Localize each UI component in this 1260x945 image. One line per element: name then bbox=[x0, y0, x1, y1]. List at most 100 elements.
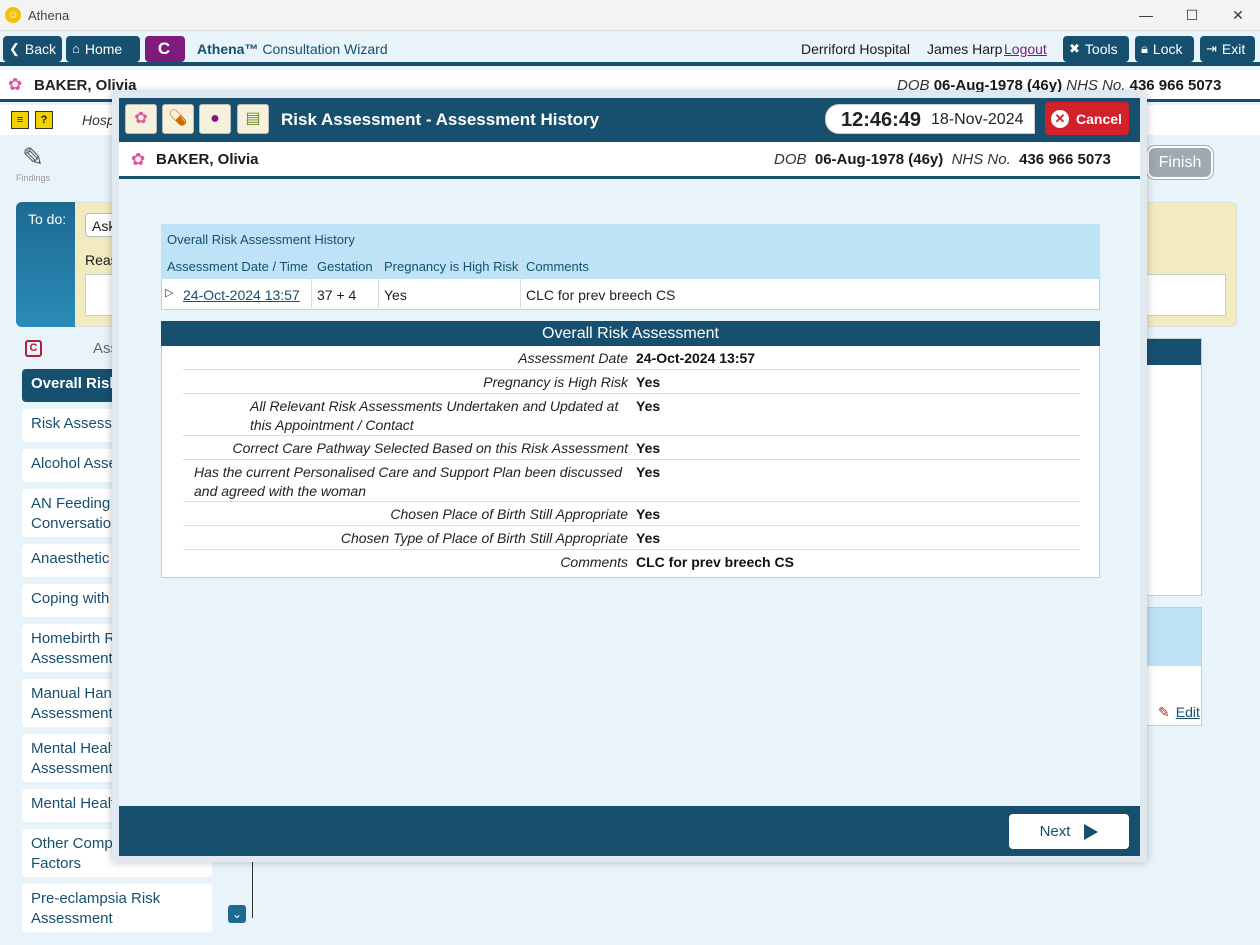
notepad-pencil-icon: ✎ bbox=[22, 142, 44, 172]
back-button[interactable]: ❮ Back bbox=[3, 36, 62, 62]
maximize-button[interactable]: ☐ bbox=[1169, 4, 1215, 26]
mother-baby-icon[interactable]: ● bbox=[199, 104, 231, 134]
field-value: Yes bbox=[636, 440, 661, 456]
field-label: Assessment Date bbox=[518, 350, 628, 366]
consultation-c-icon: C bbox=[25, 340, 42, 357]
wizard-brand: Athena™ bbox=[197, 41, 259, 57]
home-icon: ⌂ bbox=[72, 41, 80, 56]
flower-icon: ✿ bbox=[8, 75, 23, 94]
field-value: Yes bbox=[636, 530, 661, 546]
window-titlebar: ☺ Athena — ☐ ✕ bbox=[0, 0, 1260, 31]
close-circle-icon: ✕ bbox=[1051, 109, 1069, 128]
field-value: CLC for prev breech CS bbox=[636, 554, 794, 570]
history-row-date-link[interactable]: 24-Oct-2024 13:57 bbox=[183, 287, 300, 303]
findings-label: Findings bbox=[15, 173, 51, 183]
field-label: Chosen Place of Birth Still Appropriate bbox=[390, 506, 628, 522]
logout-link[interactable]: Logout bbox=[1004, 41, 1047, 57]
finish-button[interactable]: Finish bbox=[1147, 146, 1213, 179]
next-label: Next bbox=[1039, 823, 1071, 840]
field-divider bbox=[183, 549, 1080, 550]
modal-patient-dob: DOB 06-Aug-1978 (46y) NHS No. 436 966 50… bbox=[774, 151, 1111, 168]
edit-label: Edit bbox=[1175, 704, 1200, 720]
list-help-icon[interactable]: ≡ bbox=[11, 111, 29, 129]
field-divider bbox=[183, 501, 1080, 502]
right-card bbox=[1138, 338, 1202, 596]
app-toolbar: ❮ Back ⌂ Home C Athena™ Consultation Wizar… bbox=[0, 31, 1260, 66]
cancel-label: Cancel bbox=[1076, 110, 1122, 127]
clock-date: 18-Nov-2024 bbox=[931, 111, 1024, 128]
expand-row-icon[interactable]: ▷ bbox=[165, 286, 173, 299]
home-label: Home bbox=[84, 41, 123, 57]
col-assessment-date: Assessment Date / Time bbox=[167, 259, 308, 274]
exit-label: Exit bbox=[1221, 41, 1246, 57]
field-value: 24-Oct-2024 13:57 bbox=[636, 350, 756, 366]
detail-panel-title: Overall Risk Assessment bbox=[161, 321, 1100, 346]
col-gestation: Gestation bbox=[317, 259, 373, 274]
modal-title: Risk Assessment - Assessment History bbox=[281, 110, 600, 129]
consultation-c-button[interactable]: C bbox=[145, 36, 185, 62]
tools-icon: ✖ bbox=[1069, 41, 1080, 56]
wizard-title: Athena™ Consultation Wizard bbox=[197, 41, 388, 57]
chevron-left-icon: ❮ bbox=[9, 41, 20, 56]
findings-button[interactable]: ✎ Findings bbox=[14, 142, 52, 190]
hospital-name: Derriford Hospital bbox=[801, 41, 910, 57]
scroll-down-button[interactable]: ⌄ bbox=[228, 905, 246, 923]
field-divider bbox=[183, 525, 1080, 526]
col-sep bbox=[378, 254, 379, 310]
history-row-comments: CLC for prev breech CS bbox=[526, 287, 676, 303]
col-sep bbox=[520, 254, 521, 310]
field-value: Yes bbox=[636, 374, 661, 390]
user-name: James Harp bbox=[927, 41, 1003, 57]
modal-patient-name: BAKER, Olivia bbox=[156, 151, 259, 168]
field-value: Yes bbox=[636, 506, 661, 522]
edit-link[interactable]: ✎ Edit bbox=[1158, 704, 1200, 721]
field-divider bbox=[183, 459, 1080, 460]
dob-value: 06-Aug-1978 (46y) bbox=[814, 151, 944, 168]
home-button[interactable]: ⌂ Home bbox=[66, 36, 140, 62]
notes-icon[interactable]: ▤ bbox=[237, 104, 269, 134]
col-comments: Comments bbox=[526, 259, 589, 274]
col-high-risk: Pregnancy is High Risk bbox=[384, 259, 519, 274]
athena-logo-icon: ☺ bbox=[5, 7, 21, 23]
lock-icon: 🔒︎ bbox=[1141, 41, 1148, 56]
tools-label: Tools bbox=[1084, 41, 1118, 57]
medication-icon[interactable]: 💊︎ bbox=[162, 104, 194, 134]
field-label: Has the current Personalised Care and Su… bbox=[194, 464, 623, 499]
close-window-button[interactable]: ✕ bbox=[1215, 4, 1260, 26]
back-label: Back bbox=[24, 41, 57, 57]
pencil-icon: ✎ bbox=[1158, 704, 1170, 720]
lock-label: Lock bbox=[1152, 41, 1183, 57]
flower-tab-icon[interactable]: ✿ bbox=[125, 104, 157, 134]
exit-button[interactable]: ⇥ Exit bbox=[1200, 36, 1255, 62]
lock-button[interactable]: 🔒︎ Lock bbox=[1135, 36, 1194, 62]
wizard-title-text: Consultation Wizard bbox=[262, 41, 388, 57]
history-table-title: Overall Risk Assessment History bbox=[167, 232, 355, 247]
exit-icon: ⇥ bbox=[1206, 41, 1217, 56]
field-divider bbox=[183, 435, 1080, 436]
nhs-value: 436 966 5073 bbox=[1019, 151, 1111, 168]
minimize-button[interactable]: — bbox=[1123, 4, 1169, 26]
dob-label: DOB bbox=[774, 151, 807, 168]
modal-footer bbox=[119, 806, 1140, 856]
field-label: Correct Care Pathway Selected Based on t… bbox=[232, 440, 628, 456]
next-button[interactable]: Next bbox=[1009, 814, 1129, 849]
tools-button[interactable]: ✖ Tools bbox=[1063, 36, 1129, 62]
help-icon[interactable]: ? bbox=[35, 111, 53, 129]
window-title: Athena bbox=[28, 8, 70, 23]
field-label: Chosen Type of Place of Birth Still Appr… bbox=[340, 530, 628, 546]
timeline-line bbox=[252, 858, 253, 918]
col-sep bbox=[311, 254, 312, 310]
flower-icon: ✿ bbox=[131, 150, 146, 169]
field-label: Comments bbox=[560, 554, 628, 570]
field-label: Pregnancy is High Risk bbox=[483, 374, 628, 390]
clock-time: 12:46:49 bbox=[841, 109, 922, 131]
nav-pre-eclampsia[interactable]: Pre-eclampsia Risk Assessment bbox=[22, 884, 212, 932]
history-row-high-risk: Yes bbox=[384, 287, 407, 303]
history-row-gestation: 37 + 4 bbox=[317, 287, 357, 303]
field-value: Yes bbox=[636, 464, 661, 480]
field-value: Yes bbox=[636, 398, 661, 414]
cancel-button[interactable]: ✕ Cancel bbox=[1045, 102, 1129, 135]
field-divider bbox=[183, 393, 1080, 394]
field-label: All Relevant Risk Assessments Undertaken… bbox=[250, 398, 619, 433]
nhs-label: NHS No. bbox=[951, 151, 1011, 168]
